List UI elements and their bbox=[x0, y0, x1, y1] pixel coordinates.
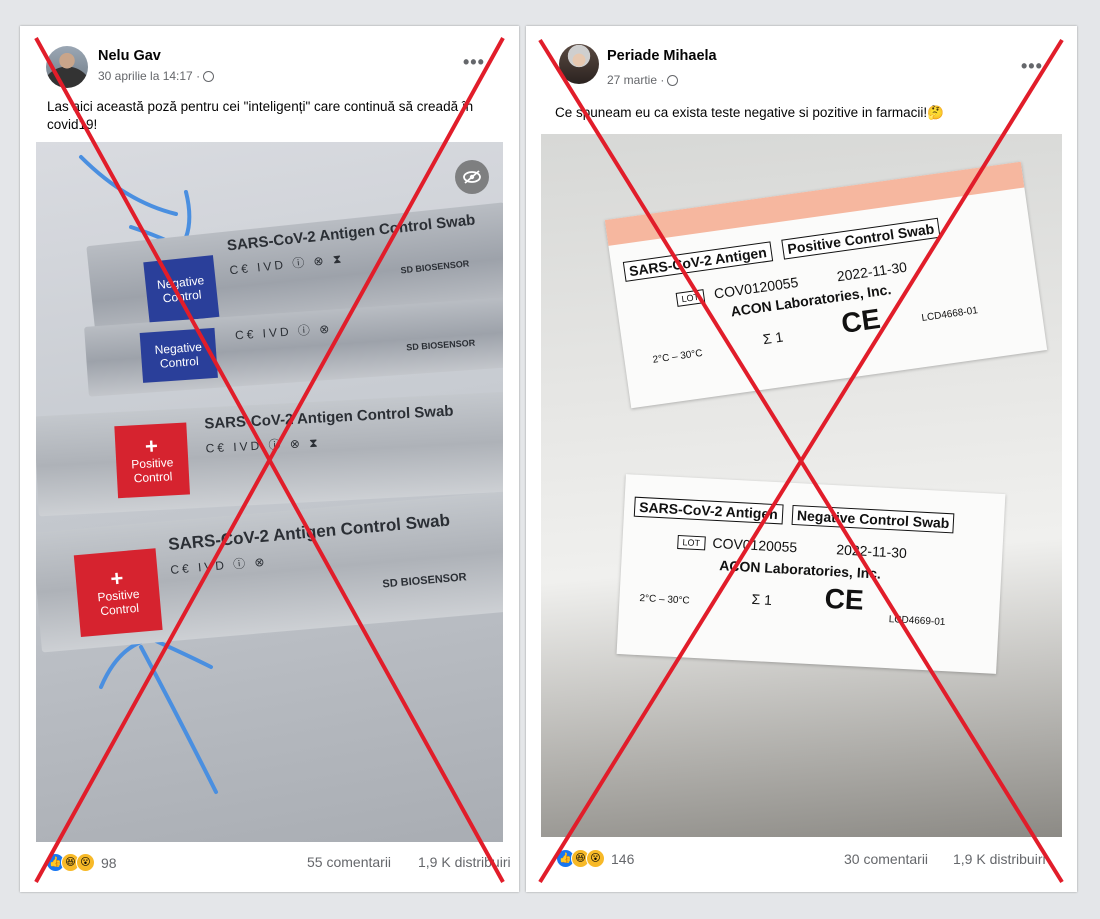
label-code: LCD4669-01 bbox=[888, 614, 946, 629]
avatar[interactable] bbox=[46, 46, 88, 88]
globe-icon bbox=[667, 74, 679, 86]
post-text: Las aici această poză pentru cei "inteli… bbox=[47, 99, 474, 132]
post-author[interactable]: Periade Mihaela bbox=[607, 48, 717, 64]
swab-label-positive: SARS-CoV-2 Antigen Positive Control Swab… bbox=[604, 161, 1048, 409]
label-temp: 2°C – 30°C bbox=[652, 347, 704, 366]
label-maker: ACON Laboratories, Inc. bbox=[718, 557, 882, 582]
reactions-summary[interactable]: 👍 😆 😮 146 bbox=[556, 849, 634, 868]
strip-symbols: C€ IVD ⓘ ⊗ bbox=[234, 321, 333, 343]
shares-count[interactable]: 1,9 K distribuiri bbox=[953, 851, 1046, 867]
ce-mark: CE bbox=[839, 302, 883, 340]
post-meta: 27 martie · bbox=[607, 73, 679, 87]
label-kind: Positive Control Swab bbox=[781, 217, 941, 260]
label-kind: Negative Control Swab bbox=[791, 504, 955, 534]
strip-brand: SD BIOSENSOR bbox=[381, 571, 468, 591]
strip-symbols: C€ IVD ⓘ ⊗ ⧗ bbox=[205, 435, 322, 456]
positive-control-box: + Positive Control bbox=[114, 422, 191, 499]
reactions-summary[interactable]: 👍 😆 😮 98 bbox=[46, 853, 117, 872]
post-meta: 30 aprilie la 14:17 · bbox=[98, 69, 215, 83]
label-expiry: 2022-11-30 bbox=[835, 541, 908, 561]
label-lot-tag: LOT bbox=[677, 534, 706, 551]
post-photo[interactable]: SARS-CoV-2 Antigen Positive Control Swab… bbox=[541, 134, 1062, 837]
post-author[interactable]: Nelu Gav bbox=[98, 48, 161, 64]
plus-icon: + bbox=[144, 433, 159, 459]
reaction-count: 146 bbox=[611, 850, 635, 867]
hide-eye-icon[interactable] bbox=[455, 160, 489, 194]
label-temp: 2°C – 30°C bbox=[639, 593, 690, 607]
wow-reaction-icon: 😮 bbox=[586, 849, 605, 868]
strip-title: SARS-CoV-2 Antigen Control Swab bbox=[203, 402, 454, 433]
negative-control-box: Negative Control bbox=[143, 255, 220, 325]
post-card-nelu-gav: Nelu Gav 30 aprilie la 14:17 · ••• Las a… bbox=[20, 26, 519, 892]
negative-control-label: Negative Control bbox=[154, 339, 203, 371]
label-sigma: Σ 1 bbox=[751, 590, 773, 608]
strip-title: SARS-CoV-2 Antigen Control Swab bbox=[167, 510, 451, 555]
comments-count[interactable]: 30 comentarii bbox=[844, 851, 928, 867]
avatar[interactable] bbox=[559, 44, 599, 84]
negative-control-box: Negative Control bbox=[139, 327, 218, 383]
label-code: LCD4668-01 bbox=[920, 305, 979, 324]
post-card-periade-mihaela: Periade Mihaela 27 martie · ••• Ce spune… bbox=[526, 26, 1077, 892]
strip-brand: SD BIOSENSOR bbox=[405, 337, 476, 353]
post-photo[interactable]: Negative Control SARS-CoV-2 Antigen Cont… bbox=[36, 142, 503, 842]
post-timestamp[interactable]: 30 aprilie la 14:17 · bbox=[98, 69, 200, 83]
strip-brand: SD BIOSENSOR bbox=[400, 258, 470, 276]
label-antigen: SARS-CoV-2 Antigen bbox=[622, 241, 773, 282]
positive-control-label: Positive Control bbox=[130, 455, 174, 486]
label-stripe bbox=[604, 161, 1025, 246]
globe-icon bbox=[203, 70, 215, 82]
swab-label-negative: SARS-CoV-2 Antigen Negative Control Swab… bbox=[616, 474, 1006, 674]
negative-control-label: Negative Control bbox=[156, 273, 205, 306]
label-expiry: 2022-11-30 bbox=[835, 258, 908, 285]
ce-mark: CE bbox=[823, 582, 865, 616]
positive-control-label: Positive Control bbox=[96, 586, 141, 619]
plus-icon: + bbox=[109, 565, 125, 592]
comments-count[interactable]: 55 comentarii bbox=[307, 854, 391, 870]
label-lot: COV0120055 bbox=[712, 534, 798, 556]
label-antigen: SARS-CoV-2 Antigen bbox=[633, 496, 784, 525]
label-sigma: Σ 1 bbox=[761, 328, 785, 348]
shares-count[interactable]: 1,9 K distribuiri bbox=[418, 854, 511, 870]
wow-reaction-icon: 😮 bbox=[76, 853, 95, 872]
reaction-count: 98 bbox=[101, 854, 117, 871]
strip-symbols: C€ IVD ⓘ ⊗ ⧗ bbox=[228, 251, 345, 278]
strip-symbols: C€ IVD ⓘ ⊗ bbox=[169, 554, 269, 577]
more-options-icon[interactable]: ••• bbox=[1021, 56, 1043, 77]
more-options-icon[interactable]: ••• bbox=[463, 52, 485, 73]
positive-control-box: + Positive Control bbox=[73, 548, 163, 638]
post-timestamp[interactable]: 27 martie · bbox=[607, 73, 664, 87]
label-lot-tag: LOT bbox=[675, 289, 705, 307]
post-text: Ce spuneam eu ca exista teste negative s… bbox=[555, 105, 944, 120]
